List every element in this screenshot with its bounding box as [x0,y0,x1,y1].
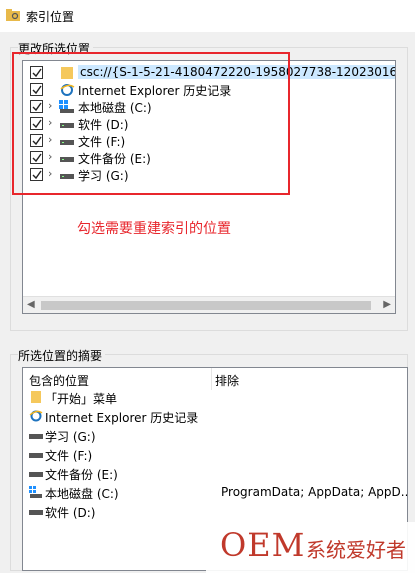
watermark-logo: OEM 系统爱好者 [206,522,415,573]
drive-icon [29,429,43,441]
search-folder-icon [6,9,20,21]
scroll-left-icon[interactable]: ◀ [27,299,35,310]
horizontal-scrollbar[interactable]: ◀ ▶ [23,296,395,313]
summary-group-label: 所选位置的摘要 [18,347,106,364]
summary-included-label: 「开始」菜单 [45,392,118,406]
summary-included-label: Internet Explorer 历史记录 [45,411,199,425]
summary-included-label: 软件 (D:) [45,506,96,520]
summary-row[interactable]: 文件 (F:) [29,445,401,464]
windows-drive-icon [29,486,43,498]
ie-icon [29,410,43,422]
summary-row[interactable]: 本地磁盘 (C:) ProgramData; AppData; AppD... [29,483,407,502]
summary-included-label: 本地磁盘 (C:) [45,487,119,501]
column-header-excluded[interactable]: 排除 [215,368,239,390]
watermark-text: 系统爱好者 [306,538,406,562]
summary-row[interactable]: Internet Explorer 历史记录 [29,407,401,426]
title-bar: 索引位置 [0,0,415,32]
summary-included-label: 学习 (G:) [45,430,96,444]
folder-icon [29,391,43,403]
summary-row[interactable]: 软件 (D:) [29,502,401,521]
column-header-included[interactable]: 包含的位置 [29,368,89,390]
summary-row[interactable]: 「开始」菜单 [29,388,401,407]
summary-excluded-label: ProgramData; AppData; AppD... [221,485,408,499]
summary-included-label: 文件备份 (E:) [45,468,118,482]
drive-icon [29,505,43,517]
drive-icon [29,448,43,460]
drive-icon [29,467,43,479]
scroll-right-icon[interactable]: ▶ [383,299,391,310]
column-divider[interactable] [211,368,212,390]
window-title: 索引位置 [26,10,75,24]
scroll-thumb[interactable] [41,301,371,310]
summary-included-label: 文件 (F:) [45,449,93,463]
watermark-brand: OEM [220,526,306,564]
summary-row[interactable]: 学习 (G:) [29,426,401,445]
summary-row[interactable]: 文件备份 (E:) [29,464,401,483]
annotation-text: 勾选需要重建索引的位置 [77,221,231,237]
annotation-highlight-box [12,52,290,195]
